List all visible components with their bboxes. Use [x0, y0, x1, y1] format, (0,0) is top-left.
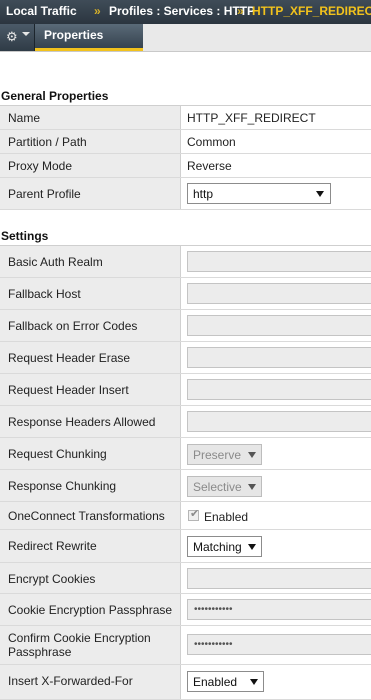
redirect-rewrite-select[interactable]: Matching [187, 536, 262, 557]
tab-label: Properties [44, 28, 104, 42]
request-chunking-value: Preserve [193, 448, 242, 462]
breadcrumb-separator: » [237, 4, 244, 18]
fallback-error-codes-input[interactable] [187, 315, 371, 336]
settings-header: Settings [0, 224, 371, 246]
confirm-cookie-passphrase-input[interactable]: ••••••••••• [187, 634, 371, 655]
proxy-mode-value: Reverse [187, 159, 232, 173]
name-value: HTTP_XFF_REDIRECT [187, 111, 316, 125]
response-chunking-value: Selective [193, 480, 242, 494]
dropdown-arrow-icon [250, 679, 258, 685]
response-headers-allowed-input[interactable] [187, 411, 371, 432]
row-response-chunking: Response Chunking Selective [0, 470, 371, 502]
row-request-chunking: Request Chunking Preserve [0, 438, 371, 470]
dropdown-arrow-icon [316, 191, 324, 197]
row-request-header-insert: Request Header Insert [0, 374, 371, 406]
redirect-rewrite-value: Matching [193, 540, 242, 554]
name-label: Name [8, 111, 41, 125]
breadcrumb: Local Traffic » Profiles : Services : HT… [0, 0, 371, 25]
oneconnect-checkbox[interactable]: ✔ [188, 508, 200, 521]
row-cookie-passphrase: Cookie Encryption Passphrase ••••••••••• [0, 594, 371, 626]
dropdown-arrow-icon [248, 544, 256, 550]
request-chunking-select[interactable]: Preserve [187, 444, 262, 465]
breadcrumb-current: HTTP_XFF_REDIRECT [252, 4, 371, 18]
parent-profile-label: Parent Profile [8, 187, 81, 201]
section-title: Settings [1, 229, 49, 243]
row-partition: Partition / Path Common [0, 130, 371, 154]
oneconnect-checkbox-label: Enabled [204, 510, 249, 524]
row-fallback-error-codes: Fallback on Error Codes [0, 310, 371, 342]
breadcrumb-profiles-http[interactable]: Profiles : Services : HTTP [109, 4, 255, 18]
tab-bar: ⚙ Properties [0, 24, 371, 52]
encrypt-cookies-input[interactable] [187, 568, 371, 589]
request-header-erase-label: Request Header Erase [8, 351, 131, 365]
parent-profile-select[interactable]: http [187, 183, 331, 204]
insert-xff-select[interactable]: Enabled [187, 671, 264, 692]
row-fallback-host: Fallback Host [0, 278, 371, 310]
response-chunking-label: Response Chunking [8, 479, 117, 493]
general-properties-header: General Properties [0, 84, 371, 106]
tab-properties[interactable]: Properties [35, 24, 143, 51]
row-insert-xff: Insert X-Forwarded-For Enabled [0, 665, 371, 700]
partition-value: Common [187, 135, 236, 149]
row-encrypt-cookies: Encrypt Cookies [0, 563, 371, 594]
row-basic-auth-realm: Basic Auth Realm [0, 246, 371, 278]
row-oneconnect: OneConnect Transformations ✔ Enabled [0, 502, 371, 530]
row-response-headers-allowed: Response Headers Allowed [0, 406, 371, 438]
breadcrumb-local-traffic[interactable]: Local Traffic [6, 4, 77, 18]
response-headers-allowed-label: Response Headers Allowed [8, 415, 156, 429]
insert-xff-label: Insert X-Forwarded-For [8, 674, 133, 688]
fallback-host-label: Fallback Host [8, 287, 81, 301]
dropdown-arrow-icon [248, 452, 256, 458]
row-name: Name HTTP_XFF_REDIRECT [0, 106, 371, 130]
gear-icon: ⚙ [6, 29, 18, 44]
row-request-header-erase: Request Header Erase [0, 342, 371, 374]
row-proxy-mode: Proxy Mode Reverse [0, 154, 371, 178]
partition-label: Partition / Path [8, 135, 87, 149]
parent-profile-value: http [193, 187, 214, 201]
cookie-passphrase-label: Cookie Encryption Passphrase [8, 603, 173, 617]
section-title: General Properties [1, 89, 109, 103]
dropdown-arrow-icon [248, 484, 256, 490]
insert-xff-value: Enabled [193, 675, 238, 689]
oneconnect-label: OneConnect Transformations [8, 509, 165, 523]
proxy-mode-label: Proxy Mode [8, 159, 73, 173]
response-chunking-select[interactable]: Selective [187, 476, 262, 497]
basic-auth-realm-input[interactable] [187, 251, 371, 272]
cookie-passphrase-input[interactable]: ••••••••••• [187, 599, 371, 620]
fallback-error-codes-label: Fallback on Error Codes [8, 319, 138, 333]
request-header-erase-input[interactable] [187, 347, 371, 368]
breadcrumb-separator: » [94, 4, 101, 18]
row-parent-profile: Parent Profile http [0, 178, 371, 210]
basic-auth-realm-label: Basic Auth Realm [8, 255, 103, 269]
request-chunking-label: Request Chunking [8, 447, 107, 461]
chevron-down-icon [22, 32, 30, 36]
fallback-host-input[interactable] [187, 283, 371, 304]
request-header-insert-input[interactable] [187, 379, 371, 400]
row-confirm-cookie-passphrase: Confirm Cookie Encryption Passphrase •••… [0, 626, 371, 665]
confirm-cookie-passphrase-label: Confirm Cookie Encryption Passphrase [8, 631, 151, 659]
encrypt-cookies-label: Encrypt Cookies [8, 572, 96, 586]
checkmark-icon: ✔ [190, 508, 200, 520]
row-redirect-rewrite: Redirect Rewrite Matching [0, 530, 371, 563]
request-header-insert-label: Request Header Insert [8, 383, 129, 397]
redirect-rewrite-label: Redirect Rewrite [8, 539, 97, 553]
settings-menu-button[interactable]: ⚙ [0, 24, 35, 51]
